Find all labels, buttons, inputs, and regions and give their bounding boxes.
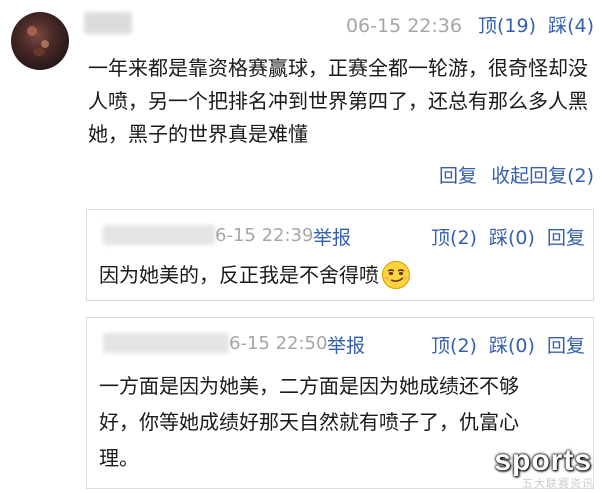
username-blurred[interactable]: [84, 12, 132, 34]
downvote-button[interactable]: 踩(4): [548, 15, 594, 37]
comment-meta: 06-15 22:36 顶(19) 踩(4): [346, 11, 594, 38]
reply-upvote-button[interactable]: 顶(2): [431, 335, 477, 357]
report-button[interactable]: 举报: [313, 223, 351, 250]
reply-downvote-button[interactable]: 踩(0): [489, 227, 535, 249]
reply-text-line: 一方面是因为她美，二方面是因为她成绩还不够: [99, 374, 519, 398]
watermark-logo: sports: [494, 444, 592, 477]
watermark-subtitle: 五大联赛资讯: [522, 477, 594, 490]
comment-actions: 回复 收起回复(2): [431, 161, 594, 188]
reply-vote-actions: 顶(2) 踩(0) 回复: [425, 331, 585, 358]
reply-vote-actions: 顶(2) 踩(0) 回复: [425, 223, 585, 250]
reply-username-blurred[interactable]: [103, 333, 229, 353]
user-avatar[interactable]: [11, 12, 69, 70]
reply-time: 6-15 22:39: [215, 225, 314, 246]
comment-text: 一年来都是靠资格赛赢球，正赛全都一轮游，很奇怪却没人喷，另一个把排名冲到世界第四…: [88, 56, 588, 146]
reply-button[interactable]: 回复: [439, 165, 477, 187]
reply-item: 6-15 22:39 举报 顶(2) 踩(0) 回复 因为她美的，反正我是不舍得…: [86, 209, 594, 301]
reply-downvote-button[interactable]: 踩(0): [489, 335, 535, 357]
reply-time: 6-15 22:50: [229, 333, 328, 354]
reply-text: 一方面是因为她美，二方面是因为她成绩还不够 好，你等她成绩好那天自然就有喷子了，…: [99, 368, 519, 476]
reply-text-line: 好，你等她成绩好那天自然就有喷子了，仇富心: [99, 410, 519, 434]
upvote-button[interactable]: 顶(19): [478, 15, 536, 37]
reply-reply-button[interactable]: 回复: [547, 335, 585, 357]
reply-upvote-button[interactable]: 顶(2): [431, 227, 477, 249]
reply-text-row: 因为她美的，反正我是不舍得喷: [99, 257, 411, 293]
reply-text-line: 理。: [99, 446, 139, 470]
comment-time: 06-15 22:36: [345, 15, 462, 37]
report-button[interactable]: 举报: [327, 331, 365, 358]
reply-username-blurred[interactable]: [103, 225, 215, 245]
reply-reply-button[interactable]: 回复: [547, 227, 585, 249]
smirk-emoji-icon: [381, 260, 411, 290]
reply-text: 因为她美的，反正我是不舍得喷: [99, 263, 379, 287]
collapse-replies-button[interactable]: 收起回复(2): [491, 165, 594, 187]
